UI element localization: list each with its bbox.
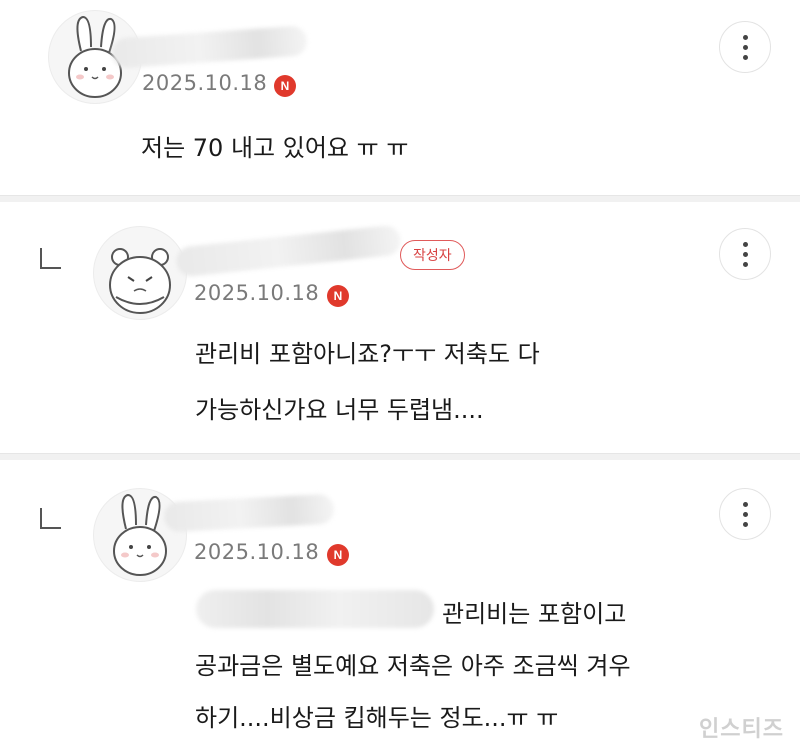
- comment-1: 2025.10.18 N 저는 70 내고 있어요 ㅠ ㅠ: [0, 0, 800, 195]
- comment-2-reply: 작성자 2025.10.18 N 관리비 포함아니죠?ㅜㅜ 저축도 다 가능하신…: [0, 202, 800, 453]
- comment-text-line: 관리비는 포함이고: [442, 600, 627, 628]
- mention-redacted: [196, 590, 434, 628]
- comment-divider: [0, 195, 800, 202]
- more-options-button[interactable]: [719, 228, 771, 280]
- author-badge: 작성자: [400, 240, 465, 270]
- comment-date: 2025.10.18: [194, 281, 320, 305]
- hamster-avatar-icon[interactable]: [93, 226, 187, 320]
- new-badge: N: [274, 75, 296, 97]
- comment-text-line: 공과금은 별도예요 저축은 아주 조금씩 겨우: [195, 652, 631, 680]
- comment-text-line: 저는 70 내고 있어요 ㅠ ㅠ: [141, 134, 409, 162]
- more-options-button[interactable]: [719, 21, 771, 73]
- new-badge: N: [327, 285, 349, 307]
- comment-date: 2025.10.18: [194, 540, 320, 564]
- nickname-redacted: [163, 493, 335, 533]
- comment-divider: [0, 453, 800, 460]
- comment-text-line: 가능하신가요 너무 두렵냄....: [195, 396, 484, 424]
- nickname-redacted: [111, 25, 308, 69]
- comment-text-line: 하기....비상금 킵해두는 정도...ㅠ ㅠ: [195, 704, 559, 732]
- comment-3-reply: 2025.10.18 N 관리비는 포함이고 공과금은 별도예요 저축은 아주 …: [0, 460, 800, 755]
- new-badge: N: [327, 544, 349, 566]
- reply-arrow-icon: [40, 248, 61, 269]
- site-watermark: 인스티즈: [699, 717, 784, 742]
- comment-date: 2025.10.18: [142, 71, 268, 95]
- reply-arrow-icon: [40, 508, 61, 529]
- more-options-button[interactable]: [719, 488, 771, 540]
- comment-text-line: 관리비 포함아니죠?ㅜㅜ 저축도 다: [195, 340, 540, 368]
- nickname-redacted: [175, 224, 402, 278]
